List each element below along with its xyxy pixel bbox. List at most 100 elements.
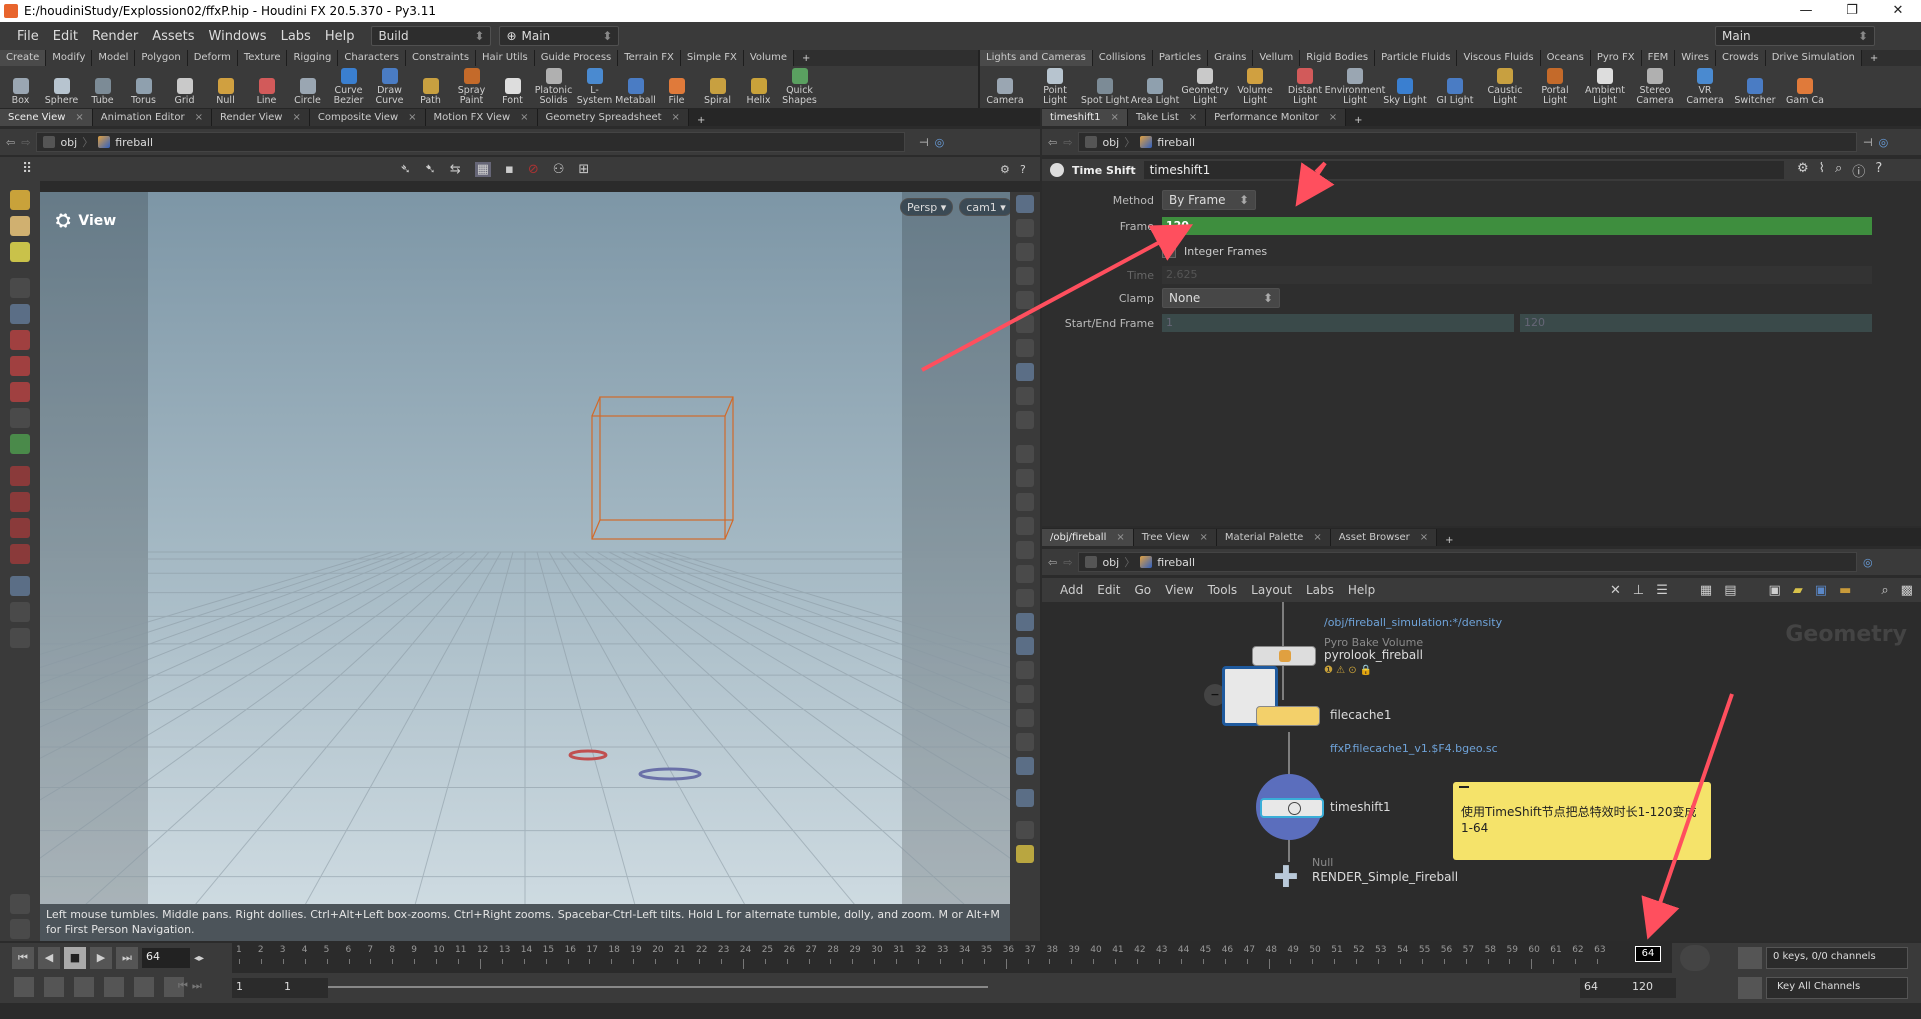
network-menu-go[interactable]: Go — [1134, 583, 1151, 597]
select-mode-icon[interactable]: ➴ — [400, 162, 411, 177]
shelf-left-tab-13[interactable]: Volume — [743, 50, 795, 66]
range-next-icon[interactable]: ⏭ — [192, 979, 202, 993]
help-icon[interactable]: ? — [1875, 161, 1882, 180]
forward-arrow-icon[interactable]: ⇨ — [1063, 136, 1072, 149]
node-name-field[interactable]: timeshift1 — [1143, 161, 1784, 179]
close-icon[interactable]: × — [75, 109, 83, 126]
close-icon[interactable]: × — [1313, 529, 1321, 546]
pin-icon[interactable]: ⊣ — [919, 136, 929, 149]
back-arrow-icon[interactable]: ⇦ — [6, 136, 15, 149]
shelf-left-tool-15[interactable]: Metaball — [615, 78, 656, 108]
display-option-icon[interactable] — [1016, 195, 1034, 213]
shelf-left-tool-6[interactable]: Line — [246, 78, 287, 108]
close-icon[interactable]: × — [1420, 529, 1428, 546]
wrench-icon[interactable]: ✕ — [1610, 583, 1621, 598]
close-icon[interactable]: × — [672, 109, 680, 126]
shelf-left-tool-0[interactable]: Box — [0, 78, 41, 108]
range-start2-field[interactable]: 1 — [280, 978, 328, 998]
toggle-icon[interactable]: ▪ — [505, 162, 514, 177]
gear-icon[interactable]: ⚙ — [1797, 161, 1809, 180]
viewer-tab-0[interactable]: Scene View × — [0, 109, 93, 126]
add-tab-icon[interactable]: + — [1346, 115, 1370, 126]
shelf-right-tab-7[interactable]: Viscous Fluids — [1457, 50, 1541, 66]
pose-tool-icon[interactable] — [10, 408, 30, 428]
network-menu-tools[interactable]: Tools — [1208, 583, 1238, 597]
folder-icon[interactable]: ▬ — [1839, 583, 1851, 598]
camera-menu[interactable]: cam1 ▾ — [959, 198, 1010, 216]
shelf-left-tool-11[interactable]: Spray Paint — [451, 68, 492, 108]
menu-edit[interactable]: Edit — [46, 29, 85, 44]
image-icon[interactable]: ▣ — [1815, 583, 1827, 598]
close-icon[interactable]: × — [1189, 109, 1197, 126]
display-option-icon[interactable] — [1016, 363, 1034, 381]
close-button[interactable]: ✕ — [1875, 0, 1921, 22]
shelf-left-tool-12[interactable]: Font — [492, 78, 533, 108]
shelf-left-tab-2[interactable]: Model — [92, 50, 136, 66]
info-icon[interactable]: ⓘ — [1852, 161, 1865, 180]
add-tab-icon[interactable]: + — [794, 53, 818, 64]
param-tab-1[interactable]: Take List × — [1127, 109, 1207, 126]
record-icon[interactable]: ⊘ — [528, 162, 539, 177]
right-main-dropdown[interactable]: Main ⬍ — [1715, 26, 1875, 46]
shelf-left-tab-7[interactable]: Characters — [338, 50, 406, 66]
shelf-left-tool-7[interactable]: Circle — [287, 78, 328, 108]
display-options-icon[interactable]: ▦ — [474, 161, 492, 177]
sticky-collapse-icon[interactable] — [1459, 786, 1469, 788]
shelf-right-tool-8[interactable]: Sky Light — [1380, 78, 1430, 108]
layout-icon[interactable]: ▣ — [1768, 583, 1780, 598]
key-icon[interactable] — [1738, 947, 1762, 969]
shelf-left-tab-5[interactable]: Texture — [237, 50, 288, 66]
pyrolook-node[interactable] — [1252, 646, 1316, 666]
shelf-left-tool-10[interactable]: Path — [410, 78, 451, 108]
shelf-left-tool-18[interactable]: Helix — [738, 78, 779, 108]
grid-view-icon[interactable]: ▦ — [1700, 583, 1712, 598]
shelf-right-tool-15[interactable]: Switcher — [1730, 78, 1780, 108]
display-option-icon[interactable] — [1016, 291, 1034, 309]
play-reverse-icon[interactable]: ◀ — [38, 947, 60, 969]
shelf-left-tab-12[interactable]: Simple FX — [680, 50, 744, 66]
shelf-right-tool-5[interactable]: Volume Light — [1230, 68, 1280, 108]
add-tab-icon[interactable]: + — [1437, 535, 1461, 546]
shelf-right-tab-2[interactable]: Particles — [1152, 50, 1209, 66]
menu-assets[interactable]: Assets — [145, 29, 201, 44]
shelf-right-tab-3[interactable]: Grains — [1208, 50, 1254, 66]
frames-icon[interactable] — [134, 977, 154, 997]
grid-icon[interactable] — [1016, 845, 1034, 863]
viewer-tab-5[interactable]: Geometry Spreadsheet × — [537, 109, 689, 126]
shelf-left-tool-5[interactable]: Null — [205, 78, 246, 108]
shelf-right-tool-2[interactable]: Spot Light — [1080, 78, 1130, 108]
channel-icon[interactable] — [1738, 977, 1762, 999]
close-icon[interactable]: × — [1200, 529, 1208, 546]
network-tab-3[interactable]: Asset Browser × — [1330, 529, 1438, 546]
settings-icon[interactable] — [14, 977, 34, 997]
realtime-icon[interactable] — [104, 977, 124, 997]
shelf-left-tool-14[interactable]: L-System — [574, 68, 615, 108]
shading-icon[interactable] — [1016, 541, 1034, 559]
persp-menu[interactable]: Persp ▾ — [900, 198, 954, 216]
move-tool-icon[interactable] — [10, 330, 30, 350]
menu-labs[interactable]: Labs — [274, 29, 318, 44]
viewer-tab-3[interactable]: Composite View × — [309, 109, 426, 126]
close-icon[interactable]: × — [1329, 109, 1337, 126]
audio-settings-icon[interactable] — [44, 977, 64, 997]
shelf-right-tool-1[interactable]: Point Light — [1030, 68, 1080, 108]
shelf-right-tool-12[interactable]: Ambient Light — [1580, 68, 1630, 108]
filecache-node[interactable] — [1256, 706, 1320, 726]
magnet-tool-icon[interactable] — [10, 466, 30, 486]
pin-icon[interactable] — [1016, 789, 1034, 807]
scale-tool-icon[interactable] — [10, 382, 30, 402]
point-icon[interactable] — [1016, 445, 1034, 463]
display-option-icon[interactable] — [1016, 267, 1034, 285]
viewer-tab-4[interactable]: Motion FX View × — [425, 109, 538, 126]
search-icon[interactable]: ⌕ — [1835, 161, 1842, 180]
lock-tool-icon[interactable] — [10, 304, 30, 324]
link-icon[interactable]: ◎ — [1863, 556, 1873, 569]
shelf-right-tab-10[interactable]: FEM — [1641, 50, 1676, 66]
viewer-tab-2[interactable]: Render View × — [211, 109, 310, 126]
camera-lock-icon[interactable]: ⚇ — [553, 162, 565, 177]
shelf-right-tab-0[interactable]: Lights and Cameras — [980, 50, 1093, 66]
shelf-right-tool-7[interactable]: Environment Light — [1325, 68, 1385, 108]
keys-channels-dropdown[interactable]: 0 keys, 0/0 channels — [1766, 947, 1908, 969]
shelf-left-tab-10[interactable]: Guide Process — [534, 50, 619, 66]
shelf-left-tab-9[interactable]: Hair Utils — [476, 50, 535, 66]
